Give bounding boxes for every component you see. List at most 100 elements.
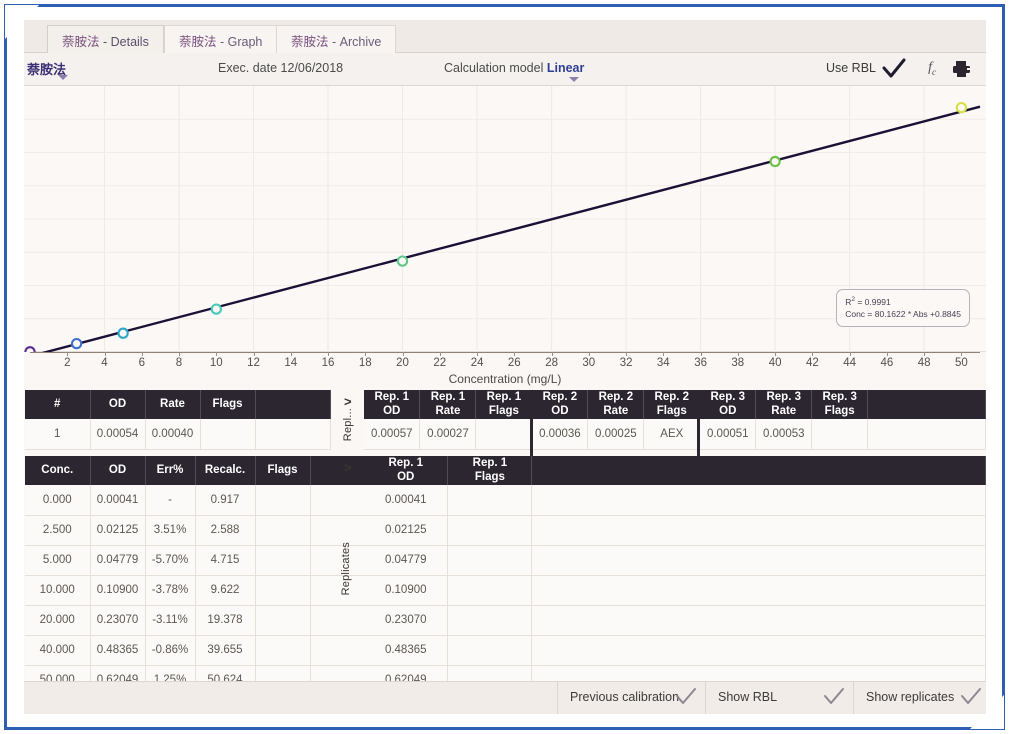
tab-graph-label: - Graph: [216, 35, 263, 49]
check-icon[interactable]: [675, 687, 697, 707]
header-col-0[interactable]: Rep. 1 OD: [364, 456, 449, 485]
table-cell: [447, 545, 533, 576]
chart-point-5[interactable]: [769, 155, 781, 168]
header-col-5[interactable]: Rep. 2 Flags: [643, 390, 701, 419]
check-icon[interactable]: [882, 58, 906, 80]
table-cell: [255, 545, 311, 576]
axis-tick-mark: [700, 352, 702, 356]
table-row[interactable]: 1 0.00054 0.00040: [25, 419, 331, 450]
header-col-2[interactable]: Rep. 1 Flags: [475, 390, 533, 419]
axis-tick-label: 22: [433, 357, 447, 369]
table-row[interactable]: 0.00041: [364, 485, 986, 516]
previous-calibration-button[interactable]: Previous calibration: [557, 682, 705, 714]
calculation-model-label: Calculation model: [444, 61, 544, 75]
header-col-6[interactable]: Rep. 3 OD: [699, 390, 757, 419]
header-col-4[interactable]: Rep. 2 Rate: [587, 390, 645, 419]
table-row[interactable]: 0.02125: [364, 515, 986, 546]
table-row[interactable]: 40.000 0.48365 -0.86% 39.655: [25, 635, 386, 666]
axis-tick-mark: [924, 352, 926, 356]
header-col-3[interactable]: Rep. 2 OD: [531, 390, 589, 419]
table-cell: 0.000: [25, 485, 91, 516]
table-row[interactable]: 0.04779: [364, 545, 986, 576]
chart-point-2[interactable]: [117, 327, 129, 339]
header-blank-4[interactable]: [255, 390, 331, 419]
tab-archive[interactable]: 萘胺法 - Archive: [276, 25, 397, 53]
table-row[interactable]: 20.000 0.23070 -3.11% 19.378: [25, 605, 386, 636]
chevron-down-icon[interactable]: [569, 77, 579, 82]
table-row[interactable]: 10.000 0.10900 -3.78% 9.622: [25, 575, 386, 606]
header-col-0[interactable]: Rep. 1 OD: [364, 390, 421, 419]
calculation-model[interactable]: Calculation model Linear: [444, 61, 584, 75]
axis-tick-label: 32: [619, 357, 633, 369]
chart-point-6[interactable]: [955, 101, 968, 114]
axis-tick-label: 18: [358, 357, 372, 369]
table-cell: [255, 635, 311, 666]
printer-icon[interactable]: [952, 60, 972, 83]
table-cell: 0.00025: [587, 419, 645, 450]
axis-tick-label: 44: [843, 357, 856, 369]
table-cell: 40.000: [25, 635, 91, 666]
axis-tick-mark: [67, 352, 69, 356]
regression-annotation-box: R2 = 0.9991 Conc = 80.1622 * Abs +0.8845: [836, 288, 970, 327]
table-cell: 39.655: [195, 635, 256, 666]
header-od[interactable]: OD: [90, 390, 146, 419]
tab-graph[interactable]: 萘胺法 - Graph: [164, 25, 278, 53]
chart-point-3[interactable]: [210, 303, 222, 315]
expand-replicates-chevron[interactable]: >: [344, 394, 352, 409]
expand-calibration-replicates-chevron[interactable]: >: [344, 460, 352, 475]
table-row[interactable]: 5.000 0.04779 -5.70% 4.715: [25, 545, 386, 576]
table-cell: [447, 485, 533, 516]
check-icon[interactable]: [823, 687, 845, 707]
chart-point-4[interactable]: [396, 255, 409, 267]
show-rbl-button[interactable]: Show RBL: [705, 682, 853, 714]
table-cell: 0.917: [195, 485, 256, 516]
table-row[interactable]: 0.23070: [364, 605, 986, 636]
header-col-8[interactable]: Rep. 3 Flags: [811, 390, 869, 419]
table-cell: 0.00041: [364, 485, 449, 516]
header-col-7[interactable]: Rep. 3 Rate: [755, 390, 813, 419]
header-col-1[interactable]: Rep. 1 Flags: [447, 456, 533, 485]
bottom-toolbar: Previous calibration Show RBL Show repli…: [24, 681, 986, 714]
chart-point-1[interactable]: [70, 337, 83, 350]
table-cell: [531, 485, 986, 516]
header-recalc-[interactable]: Recalc.: [195, 456, 256, 485]
tab-details[interactable]: 萘胺法 - Details: [47, 25, 164, 53]
header-conc-[interactable]: Conc.: [25, 456, 91, 485]
header-rate[interactable]: Rate: [145, 390, 201, 419]
axis-tick-mark: [849, 352, 851, 356]
axis-tick-label: 28: [545, 357, 558, 369]
header-od[interactable]: OD: [90, 456, 146, 485]
table-cell: AEX: [643, 419, 701, 450]
table-cell: 0.00041: [90, 485, 146, 516]
axis-tick-mark: [775, 352, 777, 356]
axis-tick-mark: [551, 352, 553, 356]
replicate-summary-left-grid: # OD Rate Flags 1 0.00054 0.00040: [25, 390, 331, 450]
axis-tick-mark: [104, 352, 106, 356]
fx-icon[interactable]: fc: [928, 60, 936, 77]
header-err-[interactable]: Err%: [145, 456, 196, 485]
chevron-down-icon[interactable]: [58, 75, 68, 80]
header--[interactable]: #: [25, 390, 91, 419]
header-col-1[interactable]: Rep. 1 Rate: [419, 390, 477, 419]
table-row[interactable]: 0.00057 0.00027 0.00036 0.00025 AEX 0.00051 0.…: [364, 419, 986, 450]
show-rbl-label: Show RBL: [718, 690, 778, 704]
table-row[interactable]: 0.48365: [364, 635, 986, 666]
axis-tick-mark: [439, 352, 441, 356]
axis-tick-mark: [626, 352, 628, 356]
axis-line: [30, 352, 980, 353]
header-col-2[interactable]: [531, 456, 986, 485]
header-flags[interactable]: Flags: [200, 390, 256, 419]
header-flags[interactable]: Flags: [255, 456, 311, 485]
table-cell: -5.70%: [145, 545, 196, 576]
table-cell: -: [145, 485, 196, 516]
table-row[interactable]: 0.000 0.00041-0.917: [25, 485, 386, 516]
calibration-right-body: 0.00041 0.02125 0.04779 0.10900 0.23070 0.483…: [364, 485, 986, 696]
table-cell: 10.000: [25, 575, 91, 606]
table-row[interactable]: 2.500 0.02125 3.51% 2.588: [25, 515, 386, 546]
show-replicates-button[interactable]: Show replicates: [853, 682, 986, 714]
header-col-9[interactable]: [867, 390, 986, 419]
table-cell: 0.02125: [90, 515, 146, 546]
table-cell: [447, 575, 533, 606]
table-row[interactable]: 0.10900: [364, 575, 986, 606]
exec-date-label: Exec. date 12/06/2018: [218, 61, 344, 75]
